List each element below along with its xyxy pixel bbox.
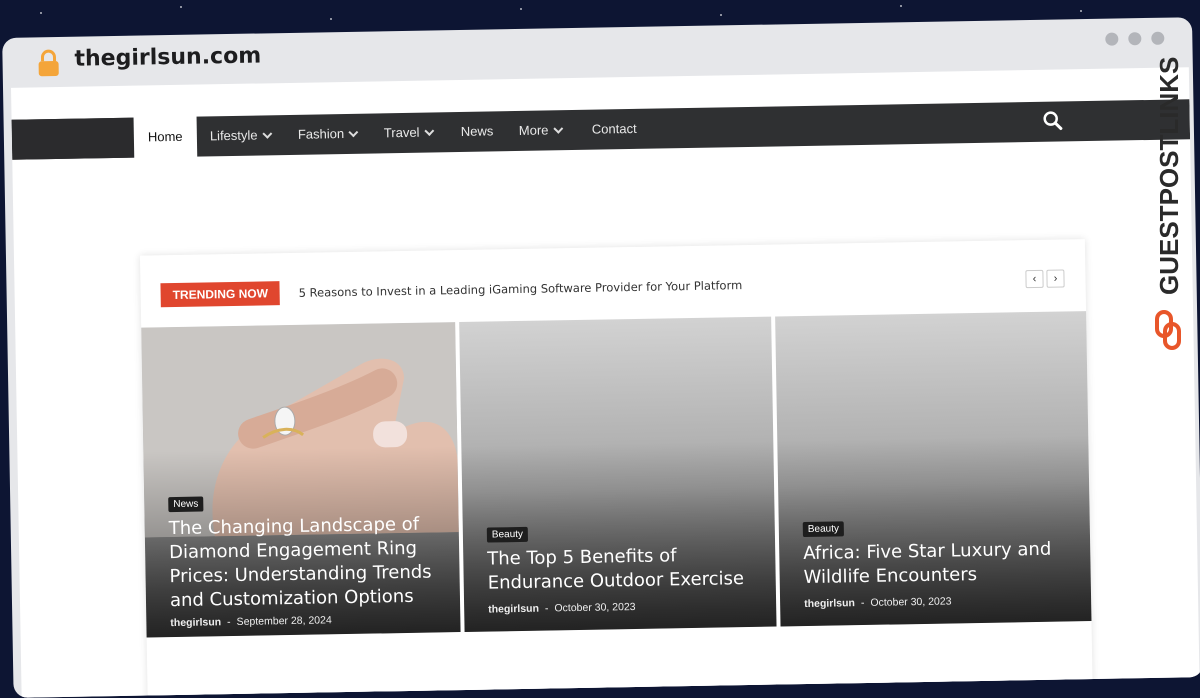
chevron-down-icon [262,128,272,139]
card-meta: thegirlsun - October 30, 2023 [804,595,952,610]
chevron-down-icon [552,123,563,134]
window-dot[interactable] [1105,32,1119,46]
address-bar-url[interactable]: thegirlsun.com [74,43,261,71]
card-author[interactable]: thegirlsun [804,597,855,610]
browser-window: thegirlsun.com Home Lifestyle Fashion Tr… [0,9,1200,698]
guestpostlinks-watermark: GUESTPOSTLINKS [1154,57,1184,350]
chevron-down-icon [348,126,359,137]
link-chain-icon [1155,310,1181,350]
card-category-badge[interactable]: Beauty [486,526,529,543]
meta-separator: - [227,616,231,629]
nav-item-contact[interactable]: Contact [591,109,637,150]
card-title[interactable]: The Changing Landscape of Diamond Engage… [169,512,441,613]
nav-item-lifestyle[interactable]: Lifestyle [209,115,272,156]
card-date: September 28, 2024 [236,614,332,628]
web-page: Home Lifestyle Fashion Travel News More … [11,67,1200,698]
nav-label: Contact [591,120,637,137]
meta-separator: - [860,597,865,610]
watermark-text: GUESTPOSTLINKS [1154,57,1184,295]
card-title[interactable]: Africa: Five Star Luxury and Wildlife En… [803,537,1074,590]
nav-label: Lifestyle [209,127,258,144]
card-category-badge[interactable]: News [168,496,204,513]
nav-label: Fashion [297,126,345,142]
trending-label: TRENDING NOW [160,281,281,308]
nav-label: News [460,123,494,139]
nav-item-fashion[interactable]: Fashion [297,114,359,155]
featured-section: TRENDING NOW 5 Reasons to Invest in a Le… [139,239,1093,698]
card-meta: thegirlsun - October 30, 2023 [488,601,636,616]
lock-icon [38,49,59,77]
nav-item-news[interactable]: News [461,111,494,152]
meta-separator: - [544,602,549,615]
nav-item-home[interactable]: Home [133,114,197,160]
card-category-badge[interactable]: Beauty [802,521,845,538]
card-title[interactable]: The Top 5 Benefits of Endurance Outdoor … [487,543,758,596]
trending-headline[interactable]: 5 Reasons to Invest in a Leading iGaming… [298,273,743,305]
card-author[interactable]: thegirlsun [488,603,539,616]
card-date: October 30, 2023 [870,595,952,609]
main-nav: Home Lifestyle Fashion Travel News More … [11,99,1191,160]
nav-item-travel[interactable]: Travel [383,112,434,153]
logo-area[interactable] [11,117,135,160]
nav-item-more[interactable]: More [518,110,563,151]
trending-next-button[interactable]: › [1046,269,1065,288]
featured-card[interactable]: News The Changing Landscape of Diamond E… [141,322,461,638]
window-controls [1105,31,1165,46]
search-icon[interactable] [1042,109,1064,131]
window-dot[interactable] [1128,32,1142,46]
featured-card[interactable]: Beauty The Top 5 Benefits of Endurance O… [459,316,777,632]
card-author[interactable]: thegirlsun [170,616,221,629]
nav-label: Home [147,128,183,145]
window-dot[interactable] [1151,31,1165,45]
nav-label: Travel [383,124,420,141]
trending-prev-button[interactable]: ‹ [1025,269,1044,289]
featured-cards: News The Changing Landscape of Diamond E… [141,311,1092,698]
chevron-down-icon [424,125,434,136]
featured-card[interactable]: Beauty Africa: Five Star Luxury and Wild… [775,311,1092,627]
card-date: October 30, 2023 [554,600,636,615]
advertisement-label: Advertisement [915,683,973,695]
window-frame: thegirlsun.com Home Lifestyle Fashion Tr… [2,17,1200,698]
nav-label: More [518,122,549,138]
